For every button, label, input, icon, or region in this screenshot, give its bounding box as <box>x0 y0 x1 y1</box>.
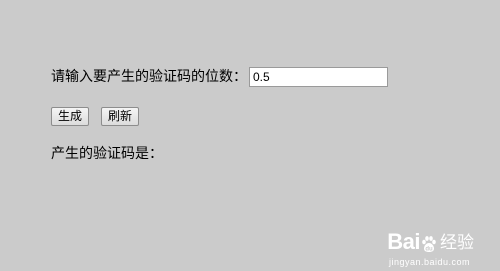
refresh-button[interactable]: 刷新 <box>101 106 140 126</box>
result-row: 产生的验证码是： <box>51 144 163 164</box>
digits-label: 请输入要产生的验证码的位数： <box>51 69 247 85</box>
svg-text:du: du <box>425 247 433 253</box>
generate-button[interactable]: 生成 <box>51 106 90 126</box>
button-row: 生成 刷新 <box>51 106 140 126</box>
digits-row: 请输入要产生的验证码的位数： <box>51 67 388 87</box>
watermark-brand-left: Bai <box>387 229 420 254</box>
baidu-paw-icon: du <box>421 235 437 253</box>
digits-input[interactable] <box>249 67 388 87</box>
watermark-brand-right: 经验 <box>440 233 474 253</box>
baidu-jingyan-watermark: Bai du 经验 <box>387 229 474 254</box>
watermark-url: jingyan.baidu.com <box>388 257 470 267</box>
result-label: 产生的验证码是： <box>51 146 163 162</box>
